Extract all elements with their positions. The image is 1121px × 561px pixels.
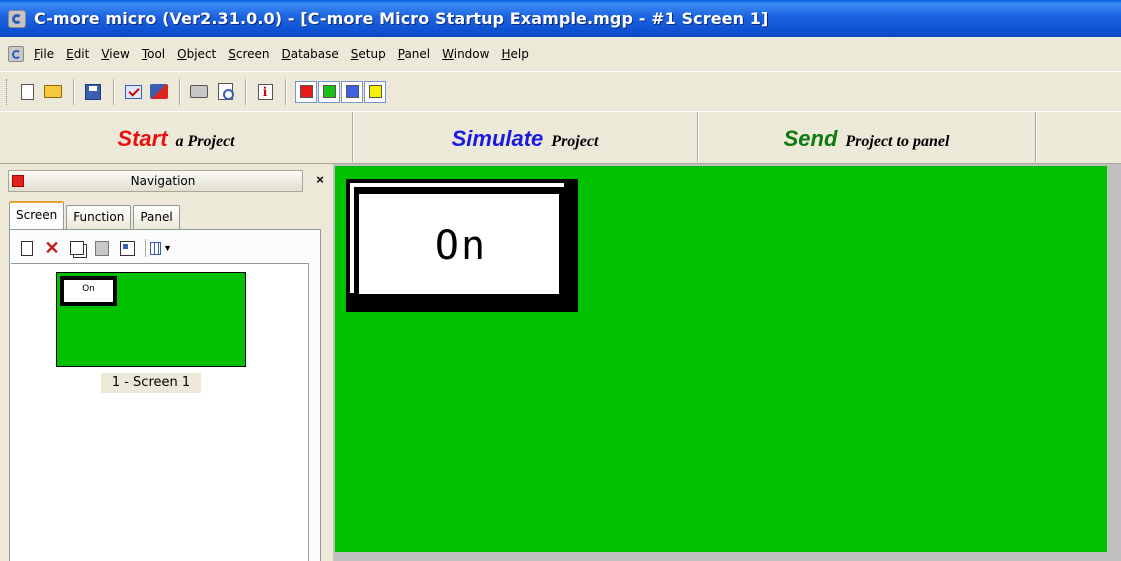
print-button[interactable] — [187, 80, 211, 104]
new-screen-button[interactable] — [16, 237, 38, 259]
start-project-button[interactable]: Start a Project — [0, 112, 353, 162]
tools-separator — [145, 239, 146, 257]
red-swatch-icon — [299, 85, 313, 98]
copy-screen-button[interactable] — [66, 237, 88, 259]
tab-screen[interactable]: Screen — [9, 201, 65, 229]
simulate-sublabel: Project — [551, 133, 599, 150]
action-bar: Start a Project Simulate Project Send Pr… — [0, 111, 1121, 162]
info-icon: i — [257, 83, 273, 100]
thumbnail-pushbutton: On — [60, 276, 117, 306]
close-icon[interactable]: × — [313, 173, 327, 187]
info-button[interactable]: i — [253, 80, 277, 104]
transfer-button[interactable] — [147, 80, 171, 104]
yellow-swatch-icon — [368, 85, 382, 98]
chevron-down-icon: ▼ — [163, 243, 172, 253]
green-color-button[interactable] — [318, 80, 340, 103]
menu-setup[interactable]: Setup — [351, 47, 386, 61]
menu-help[interactable]: Help — [501, 47, 528, 61]
simulate-label: Simulate — [451, 126, 544, 151]
save-button[interactable] — [81, 80, 105, 104]
title-bar: C-more micro (Ver2.31.0.0) - [C-more Mic… — [0, 0, 1121, 37]
open-button[interactable] — [41, 80, 65, 104]
new-icon — [20, 83, 34, 100]
start-sublabel: a Project — [175, 133, 235, 150]
menu-bar: File Edit View Tool Object Screen Databa… — [0, 37, 1121, 71]
check-project-icon — [124, 84, 142, 99]
toolbar-separator — [245, 78, 247, 105]
start-label: Start — [117, 126, 168, 151]
blue-color-button[interactable] — [341, 80, 363, 103]
menu-view[interactable]: View — [101, 47, 129, 61]
delete-screen-button[interactable]: ✕ — [41, 237, 63, 259]
new-button[interactable] — [15, 80, 39, 104]
navigation-title: Navigation — [130, 174, 196, 188]
screen-properties-button[interactable] — [116, 237, 138, 259]
toolbar-separator — [73, 78, 75, 105]
tab-panel[interactable]: Panel — [133, 205, 180, 229]
menu-window[interactable]: Window — [442, 47, 489, 61]
save-icon — [85, 83, 101, 100]
thumbnail-pushbutton-text: On — [63, 279, 114, 303]
color-toolbar — [295, 80, 387, 103]
toolbar: i — [0, 71, 1121, 111]
green-swatch-icon — [322, 85, 336, 98]
menu-edit[interactable]: Edit — [66, 47, 89, 61]
print-preview-icon — [217, 83, 234, 100]
window-title: C-more micro (Ver2.31.0.0) - [C-more Mic… — [34, 9, 769, 28]
screen-label[interactable]: 1 - Screen 1 — [101, 373, 201, 393]
pushbutton-object[interactable]: On — [346, 179, 578, 312]
toolbar-grip[interactable] — [6, 78, 9, 105]
blue-swatch-icon — [345, 85, 359, 98]
document-icon[interactable] — [8, 46, 24, 62]
new-screen-icon — [21, 240, 33, 256]
properties-icon — [119, 240, 135, 256]
menu-database[interactable]: Database — [282, 47, 339, 61]
check-project-button[interactable] — [121, 80, 145, 104]
send-project-button[interactable]: Send Project to panel — [698, 112, 1036, 162]
tab-function[interactable]: Function — [66, 205, 132, 229]
yellow-color-button[interactable] — [364, 80, 386, 103]
paste-screen-button[interactable] — [91, 237, 113, 259]
screen-tools: ✕ ▼ — [16, 234, 175, 262]
paste-icon — [95, 240, 109, 256]
view-mode-button[interactable]: ▼ — [150, 237, 172, 259]
menu-object[interactable]: Object — [177, 47, 216, 61]
screen-canvas[interactable]: On — [335, 166, 1107, 552]
navigation-panel: Navigation × Screen Function Panel ✕ ▼ O… — [0, 163, 333, 561]
open-icon — [44, 85, 62, 98]
print-icon — [190, 85, 208, 98]
screen-list: On 1 - Screen 1 — [11, 263, 309, 561]
simulate-project-button[interactable]: Simulate Project — [353, 112, 698, 162]
screen-editor: On — [333, 163, 1121, 561]
toolbar-separator — [285, 78, 287, 105]
screen-thumbnail[interactable]: On — [56, 272, 246, 367]
delete-icon: ✕ — [44, 238, 60, 258]
toolbar-separator — [113, 78, 115, 105]
app-icon[interactable] — [8, 9, 26, 28]
navigation-pin-icon[interactable] — [12, 175, 24, 187]
menu-screen[interactable]: Screen — [228, 47, 269, 61]
screen-tab-panel: ✕ ▼ On 1 - Screen 1 — [9, 229, 321, 561]
send-label: Send — [783, 126, 838, 151]
transfer-icon — [150, 84, 168, 99]
send-sublabel: Project to panel — [845, 133, 950, 150]
red-color-button[interactable] — [295, 80, 317, 103]
pushbutton-label: On — [434, 223, 488, 269]
menu-panel[interactable]: Panel — [398, 47, 430, 61]
navigation-tabs: Screen Function Panel — [9, 201, 182, 229]
print-preview-button[interactable] — [213, 80, 237, 104]
pushbutton-face: On — [357, 192, 561, 296]
menu-file[interactable]: File — [34, 47, 54, 61]
toolbar-separator — [179, 78, 181, 105]
thumbnail-view-icon — [150, 241, 162, 255]
navigation-header: Navigation — [8, 170, 303, 192]
copy-icon — [70, 241, 84, 255]
menu-tool[interactable]: Tool — [142, 47, 165, 61]
